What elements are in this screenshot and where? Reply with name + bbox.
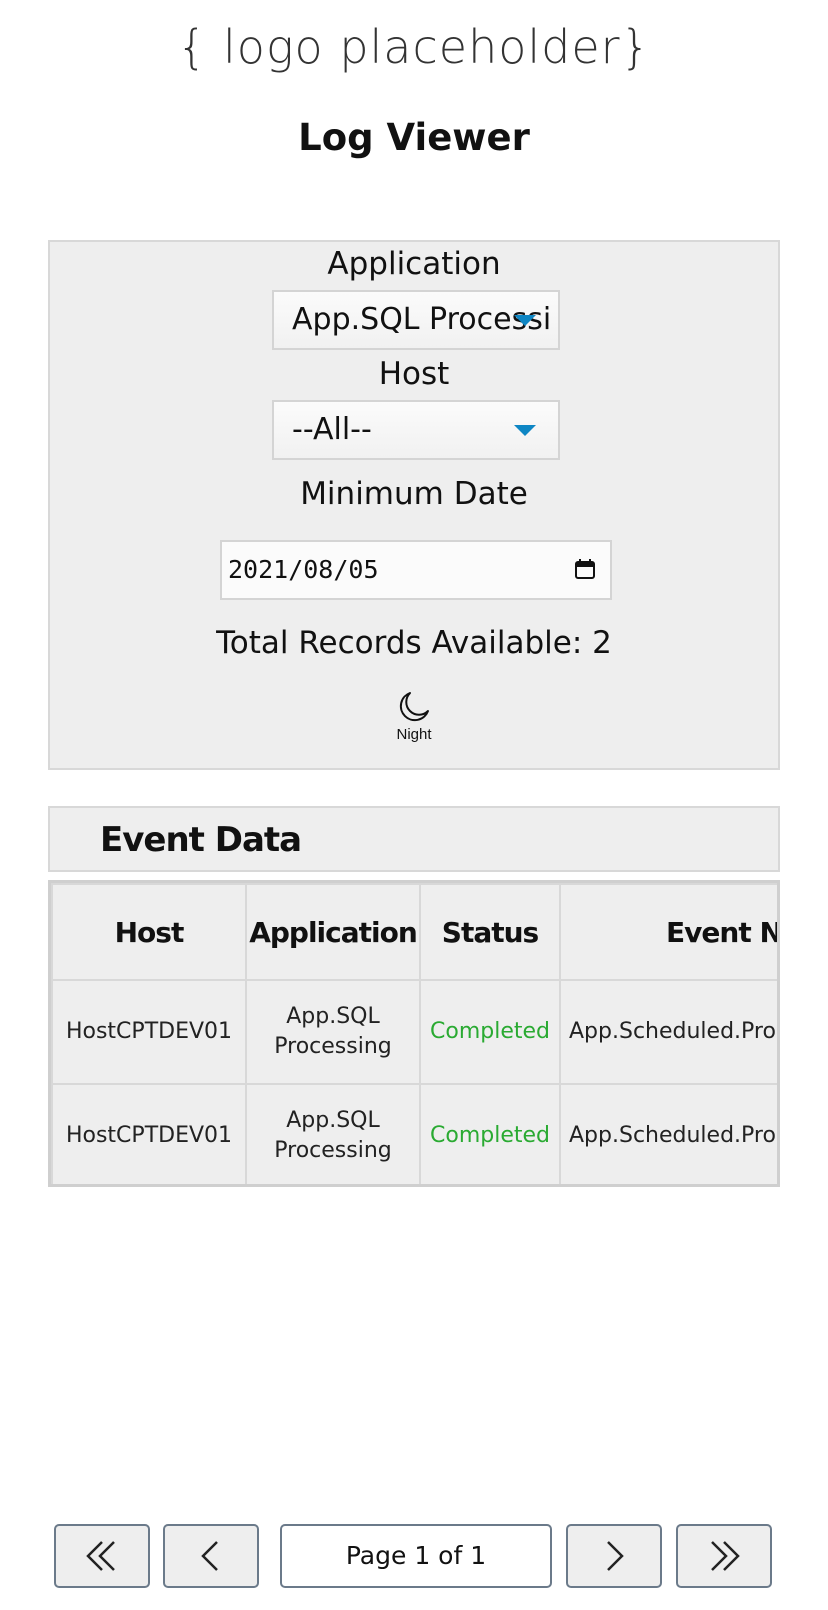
chevron-right-icon [607,1541,624,1571]
event-table-container[interactable]: Host Application Status Event Name HostC… [48,880,780,1187]
cell-status: Completed [419,979,561,1085]
cell-application-line1: App.SQL [286,1108,380,1133]
application-select[interactable]: App.SQL Processi [272,290,560,350]
cell-application-line2: Processing [274,1138,392,1163]
chevron-left-icon [201,1541,218,1571]
column-header-status[interactable]: Status [419,883,561,981]
cell-event-name: App.Scheduled.Proc [559,1083,777,1184]
table-row[interactable]: HostCPTDEV01 App.SQL Processing Complete… [51,1083,777,1184]
min-date-value: 2021/08/05 [228,555,379,584]
first-page-button[interactable] [54,1524,150,1588]
min-date-label: Minimum Date [300,476,528,512]
table-header-row: Host Application Status Event Name [51,883,777,981]
event-data-title: Event Data [100,820,302,860]
table-row[interactable]: HostCPTDEV01 App.SQL Processing Complete… [51,979,777,1085]
previous-page-button[interactable] [163,1524,259,1588]
event-data-header: Event Data [48,806,780,872]
page-title: Log Viewer [298,116,530,159]
last-page-button[interactable] [676,1524,772,1588]
page-indicator: Page 1 of 1 [280,1524,552,1588]
filter-panel: Application App.SQL Processi Host --All-… [48,240,780,770]
double-chevron-right-icon [711,1541,740,1571]
total-records: Total Records Available: 2 [216,625,612,661]
next-page-button[interactable] [566,1524,662,1588]
double-chevron-left-icon [86,1541,115,1571]
host-select-value: --All-- [292,412,372,447]
column-header-application[interactable]: Application [245,883,421,981]
application-label: Application [327,246,501,282]
cell-host: HostCPTDEV01 [51,979,247,1085]
cell-application: App.SQL Processing [245,1083,421,1184]
night-mode-toggle[interactable]: Night [374,690,454,756]
cell-application-line1: App.SQL [286,1004,380,1029]
cell-application-line2: Processing [274,1034,392,1059]
logo: { logo placeholder} [177,20,651,74]
host-select[interactable]: --All-- [272,400,560,460]
cell-status: Completed [419,1083,561,1184]
night-label: Night [396,726,432,743]
application-select-value: App.SQL Processi [292,302,550,337]
calendar-icon[interactable] [574,558,596,580]
chevron-down-icon [514,425,536,436]
chevron-down-icon [514,315,536,326]
event-table: Host Application Status Event Name HostC… [51,883,777,1184]
cell-application: App.SQL Processing [245,979,421,1085]
min-date-input[interactable]: 2021/08/05 [220,540,612,600]
pagination: Page 1 of 1 [0,1524,828,1588]
cell-host: HostCPTDEV01 [51,1083,247,1184]
moon-icon [399,692,429,722]
column-header-event-name[interactable]: Event Name [559,883,777,981]
column-header-host[interactable]: Host [51,883,247,981]
host-label: Host [378,356,450,392]
cell-event-name: App.Scheduled.Proc [559,979,777,1085]
